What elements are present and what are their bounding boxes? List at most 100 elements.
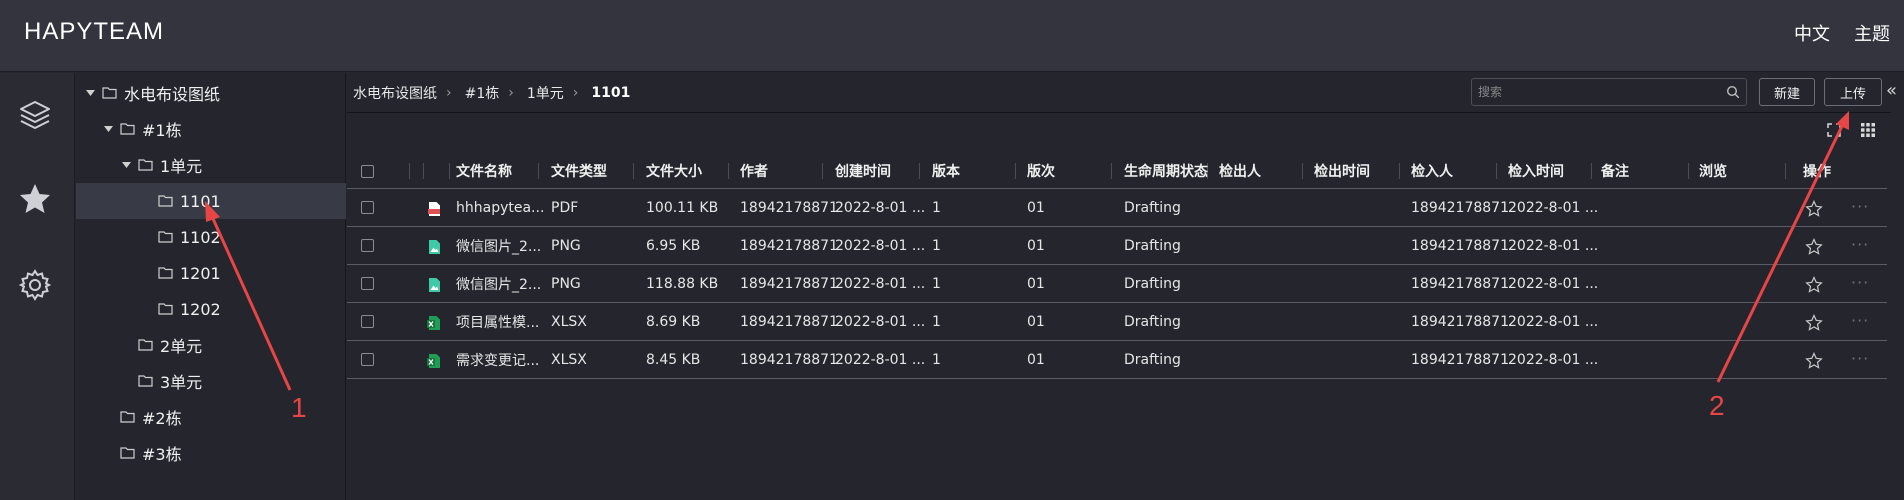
row-checkbox[interactable] (361, 277, 374, 290)
chevron-right-icon: › (508, 84, 514, 101)
tree-item[interactable]: 水电布设图纸 (76, 75, 346, 111)
select-all-checkbox[interactable] (361, 165, 374, 178)
column-header[interactable]: 备注 (1601, 153, 1629, 189)
column-divider[interactable] (409, 163, 410, 179)
column-header[interactable]: 文件名称 (456, 153, 512, 189)
column-divider[interactable] (1785, 163, 1786, 179)
tree-item[interactable]: 1101 (76, 183, 346, 219)
table-row[interactable]: 项目属性模... XLSX 8.69 KB 18942178871 2022-8-01 … (347, 303, 1887, 341)
cell-checkin-time: 2022-8-01 ... (1508, 238, 1599, 254)
column-divider[interactable] (538, 163, 539, 179)
column-divider[interactable] (1015, 163, 1016, 179)
table-row[interactable]: hhhapytea... PDF 100.11 KB 18942178871 2022-… (347, 189, 1887, 227)
column-divider[interactable] (633, 163, 634, 179)
excel-file-icon (427, 354, 441, 368)
cell-name[interactable]: 微信图片_2... (456, 227, 541, 265)
column-divider[interactable] (1111, 163, 1112, 179)
column-header[interactable]: 浏览 (1699, 153, 1727, 189)
grid-view-icon[interactable] (1860, 122, 1876, 138)
column-header[interactable]: 文件大小 (646, 153, 702, 189)
column-header[interactable]: 检入人 (1411, 153, 1453, 189)
language-switch[interactable]: 中文 (1794, 20, 1830, 46)
column-divider[interactable] (1688, 163, 1689, 179)
column-header[interactable]: 创建时间 (835, 153, 891, 189)
table-row[interactable]: 微信图片_2... PNG 6.95 KB 18942178871 2022-8-01 … (347, 227, 1887, 265)
table-row[interactable]: 微信图片_2... PNG 118.88 KB 18942178871 2022-8-0… (347, 265, 1887, 303)
breadcrumb-item[interactable]: #1栋 (465, 83, 500, 103)
tree-item-label: 2单元 (160, 337, 203, 356)
row-checkbox[interactable] (361, 201, 374, 214)
column-header[interactable]: 版本 (932, 153, 960, 189)
favorite-star-icon[interactable] (1805, 314, 1823, 332)
folder-icon (120, 410, 136, 424)
favorite-star-icon[interactable] (1805, 276, 1823, 294)
tree-item[interactable]: 1201 (76, 255, 346, 291)
layers-icon[interactable] (17, 97, 53, 133)
folder-tree: 水电布设图纸 #1栋 1单元 1101 1102 1201 1202 2单元 3单元 #2栋 #3栋 (76, 73, 346, 500)
cell-created: 2022-8-01 ... (835, 314, 926, 330)
tree-caret-spacer (140, 231, 152, 243)
cell-type: XLSX (551, 314, 587, 330)
more-actions-icon[interactable]: ··· (1851, 197, 1869, 216)
column-divider[interactable] (1496, 163, 1497, 179)
folder-icon (138, 338, 154, 352)
new-button[interactable]: 新建 (1759, 78, 1815, 106)
column-header[interactable]: 检入时间 (1508, 153, 1564, 189)
cell-size: 8.69 KB (646, 314, 701, 330)
tree-item[interactable]: 1102 (76, 219, 346, 255)
row-checkbox[interactable] (361, 315, 374, 328)
tree-item[interactable]: 1202 (76, 291, 346, 327)
column-divider[interactable] (1591, 163, 1592, 179)
favorite-star-icon[interactable] (1805, 352, 1823, 370)
tree-item[interactable]: #1栋 (76, 111, 346, 147)
column-divider[interactable] (449, 163, 450, 179)
cell-name[interactable]: 需求变更记... (456, 341, 539, 379)
cell-version: 1 (932, 314, 941, 330)
caret-down-icon[interactable] (120, 159, 132, 171)
folder-icon (120, 122, 136, 136)
search-input[interactable] (1478, 82, 1718, 102)
theme-switch[interactable]: 主题 (1854, 20, 1890, 46)
search-icon[interactable] (1726, 85, 1740, 99)
row-checkbox[interactable] (361, 239, 374, 252)
more-actions-icon[interactable]: ··· (1851, 349, 1869, 368)
column-header[interactable]: 检出时间 (1314, 153, 1370, 189)
more-actions-icon[interactable]: ··· (1851, 235, 1869, 254)
tree-item[interactable]: 2单元 (76, 327, 346, 363)
more-actions-icon[interactable]: ··· (1851, 273, 1869, 292)
brand-logo[interactable]: HAPYTEAM (24, 18, 164, 46)
more-actions-icon[interactable]: ··· (1851, 311, 1869, 330)
caret-down-icon[interactable] (102, 123, 114, 135)
column-header[interactable]: 操作 (1803, 153, 1831, 189)
column-header[interactable]: 作者 (740, 153, 768, 189)
upload-button[interactable]: 上传 (1824, 78, 1882, 106)
tree-item[interactable]: #3栋 (76, 435, 346, 471)
fullscreen-icon[interactable] (1826, 122, 1842, 138)
column-header[interactable]: 生命周期状态 (1124, 153, 1208, 189)
table-row[interactable]: 需求变更记... XLSX 8.45 KB 18942178871 2022-8-01 … (347, 341, 1887, 379)
breadcrumb-item[interactable]: 水电布设图纸 (353, 83, 437, 103)
star-icon[interactable] (17, 181, 53, 217)
gear-icon[interactable] (17, 267, 53, 303)
caret-down-icon[interactable] (84, 87, 96, 99)
tree-item[interactable]: 1单元 (76, 147, 346, 183)
favorite-star-icon[interactable] (1805, 238, 1823, 256)
column-divider[interactable] (919, 163, 920, 179)
cell-checkin-time: 2022-8-01 ... (1508, 200, 1599, 216)
collapse-panel-icon[interactable]: « (1886, 80, 1897, 101)
column-divider[interactable] (1399, 163, 1400, 179)
cell-name[interactable]: 项目属性模... (456, 303, 539, 341)
column-divider[interactable] (728, 163, 729, 179)
column-divider[interactable] (1302, 163, 1303, 179)
column-header[interactable]: 版次 (1027, 153, 1055, 189)
cell-name[interactable]: hhhapytea... (456, 189, 544, 227)
row-checkbox[interactable] (361, 353, 374, 366)
cell-name[interactable]: 微信图片_2... (456, 265, 541, 303)
column-divider[interactable] (822, 163, 823, 179)
breadcrumb-item[interactable]: 1单元 (527, 83, 564, 103)
column-header[interactable]: 文件类型 (551, 153, 607, 189)
favorite-star-icon[interactable] (1805, 200, 1823, 218)
column-divider[interactable] (423, 163, 424, 179)
column-header[interactable]: 检出人 (1219, 153, 1261, 189)
tree-caret-spacer (102, 411, 114, 423)
